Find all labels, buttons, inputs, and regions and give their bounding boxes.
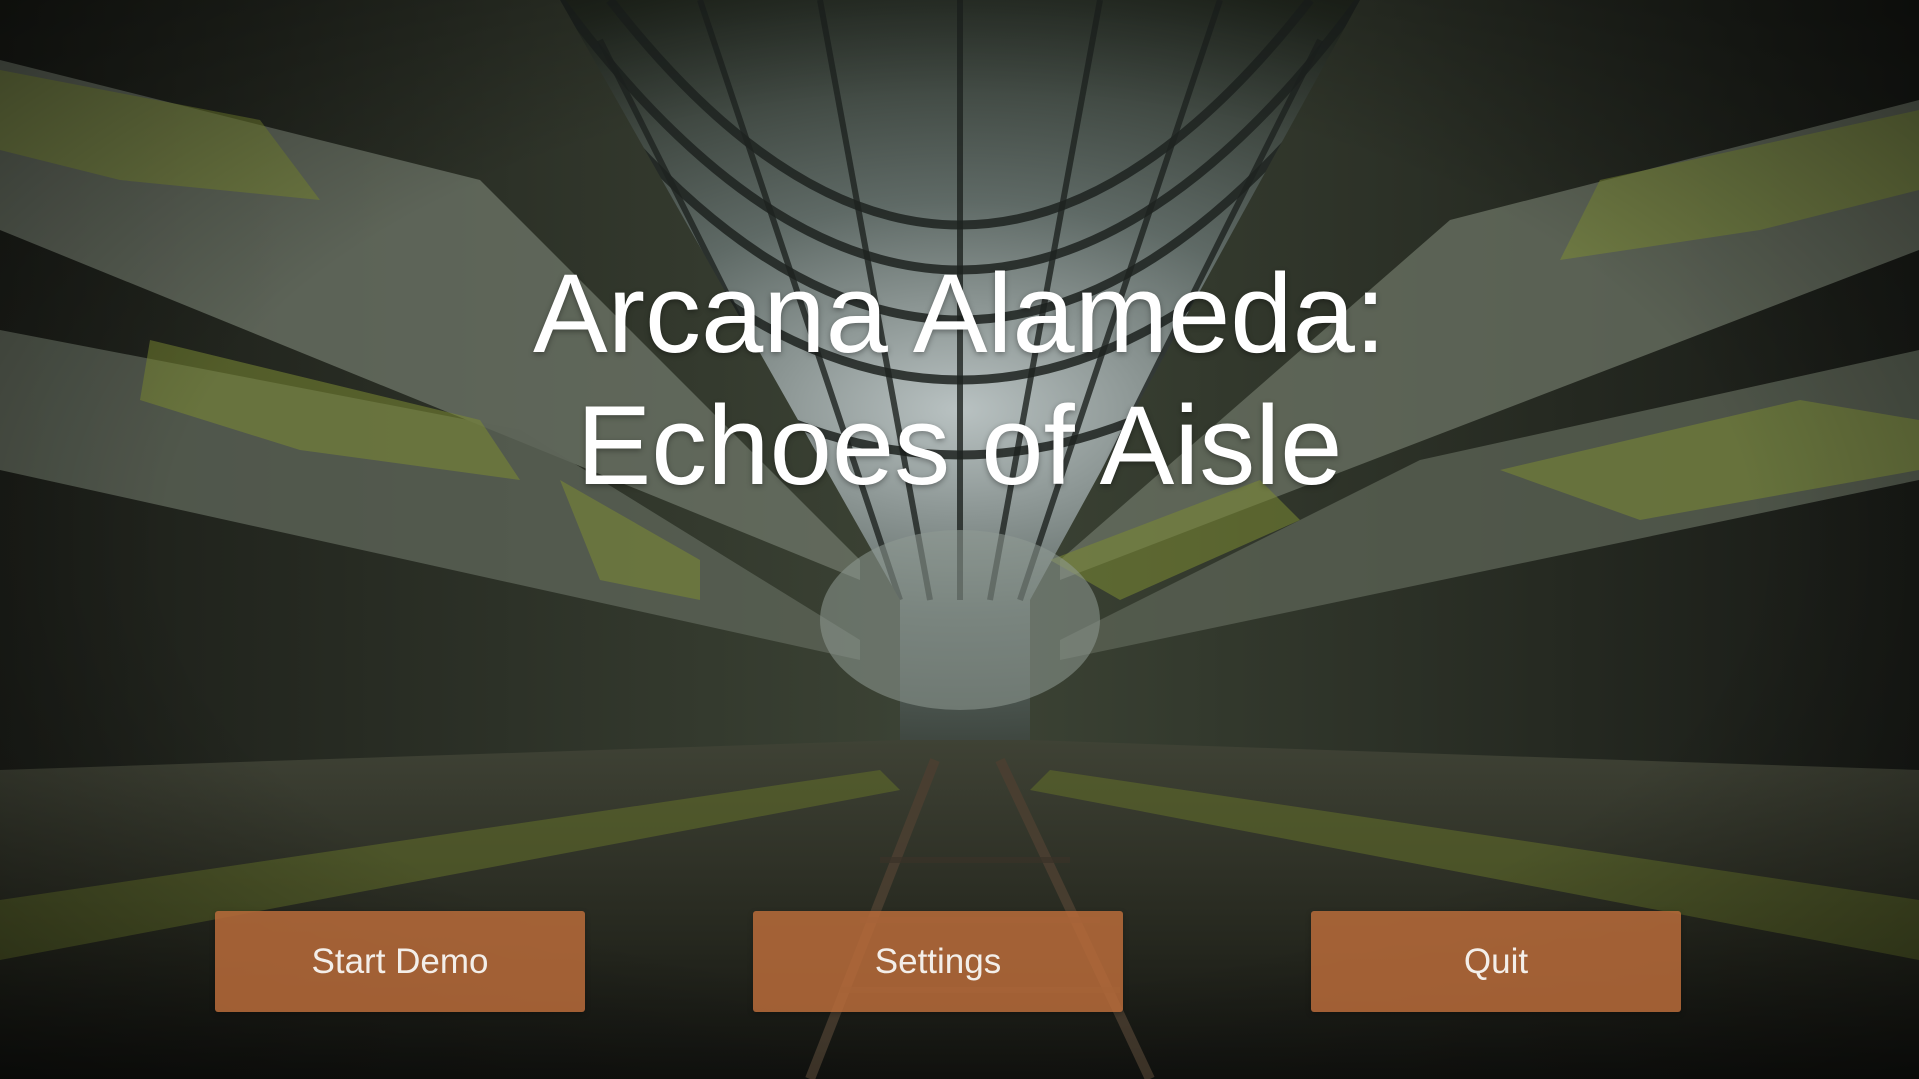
quit-button[interactable]: Quit [1311,911,1681,1012]
main-menu-screen: Arcana Alameda: Echoes of Aisle Start De… [0,0,1919,1079]
start-demo-button[interactable]: Start Demo [215,911,585,1012]
settings-button[interactable]: Settings [753,911,1123,1012]
title-line-2: Echoes of Aisle [576,383,1343,508]
game-title: Arcana Alameda: Echoes of Aisle [0,248,1919,512]
title-line-1: Arcana Alameda: [533,251,1386,376]
